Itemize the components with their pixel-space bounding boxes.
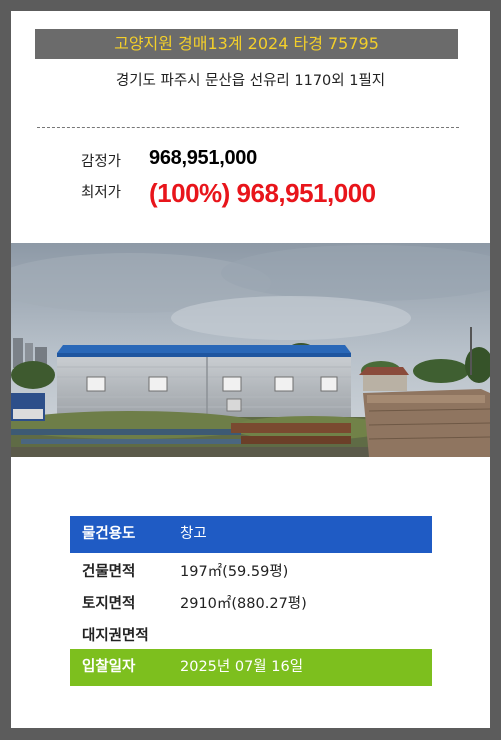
appraisal-label: 감정가 [81,154,122,170]
bid-date-value: 2025년 07월 16일 [180,659,304,675]
use-value: 창고 [180,526,207,542]
property-address: 경기도 파주시 문산읍 선유리 1170외 1필지 [115,73,386,89]
auction-card: 고양지원 경매13계 2024 타경 75795 경기도 파주시 문산읍 선유리… [11,11,490,728]
warehouse-photo [11,243,490,457]
minimum-price-label: 최저가 [81,185,122,201]
minimum-price-value: (100%) 968,951,000 [149,178,376,208]
use-label: 물건용도 [82,526,136,542]
bid-date-label: 입찰일자 [82,659,136,675]
use-row: 물건용도 창고 [70,516,432,553]
case-title: 고양지원 경매13계 2024 타경 75795 [35,29,458,59]
dashed-divider [37,127,459,128]
appraisal-value: 968,951,000 [149,147,257,169]
bid-date-row: 입찰일자 2025년 07월 16일 [70,649,432,686]
